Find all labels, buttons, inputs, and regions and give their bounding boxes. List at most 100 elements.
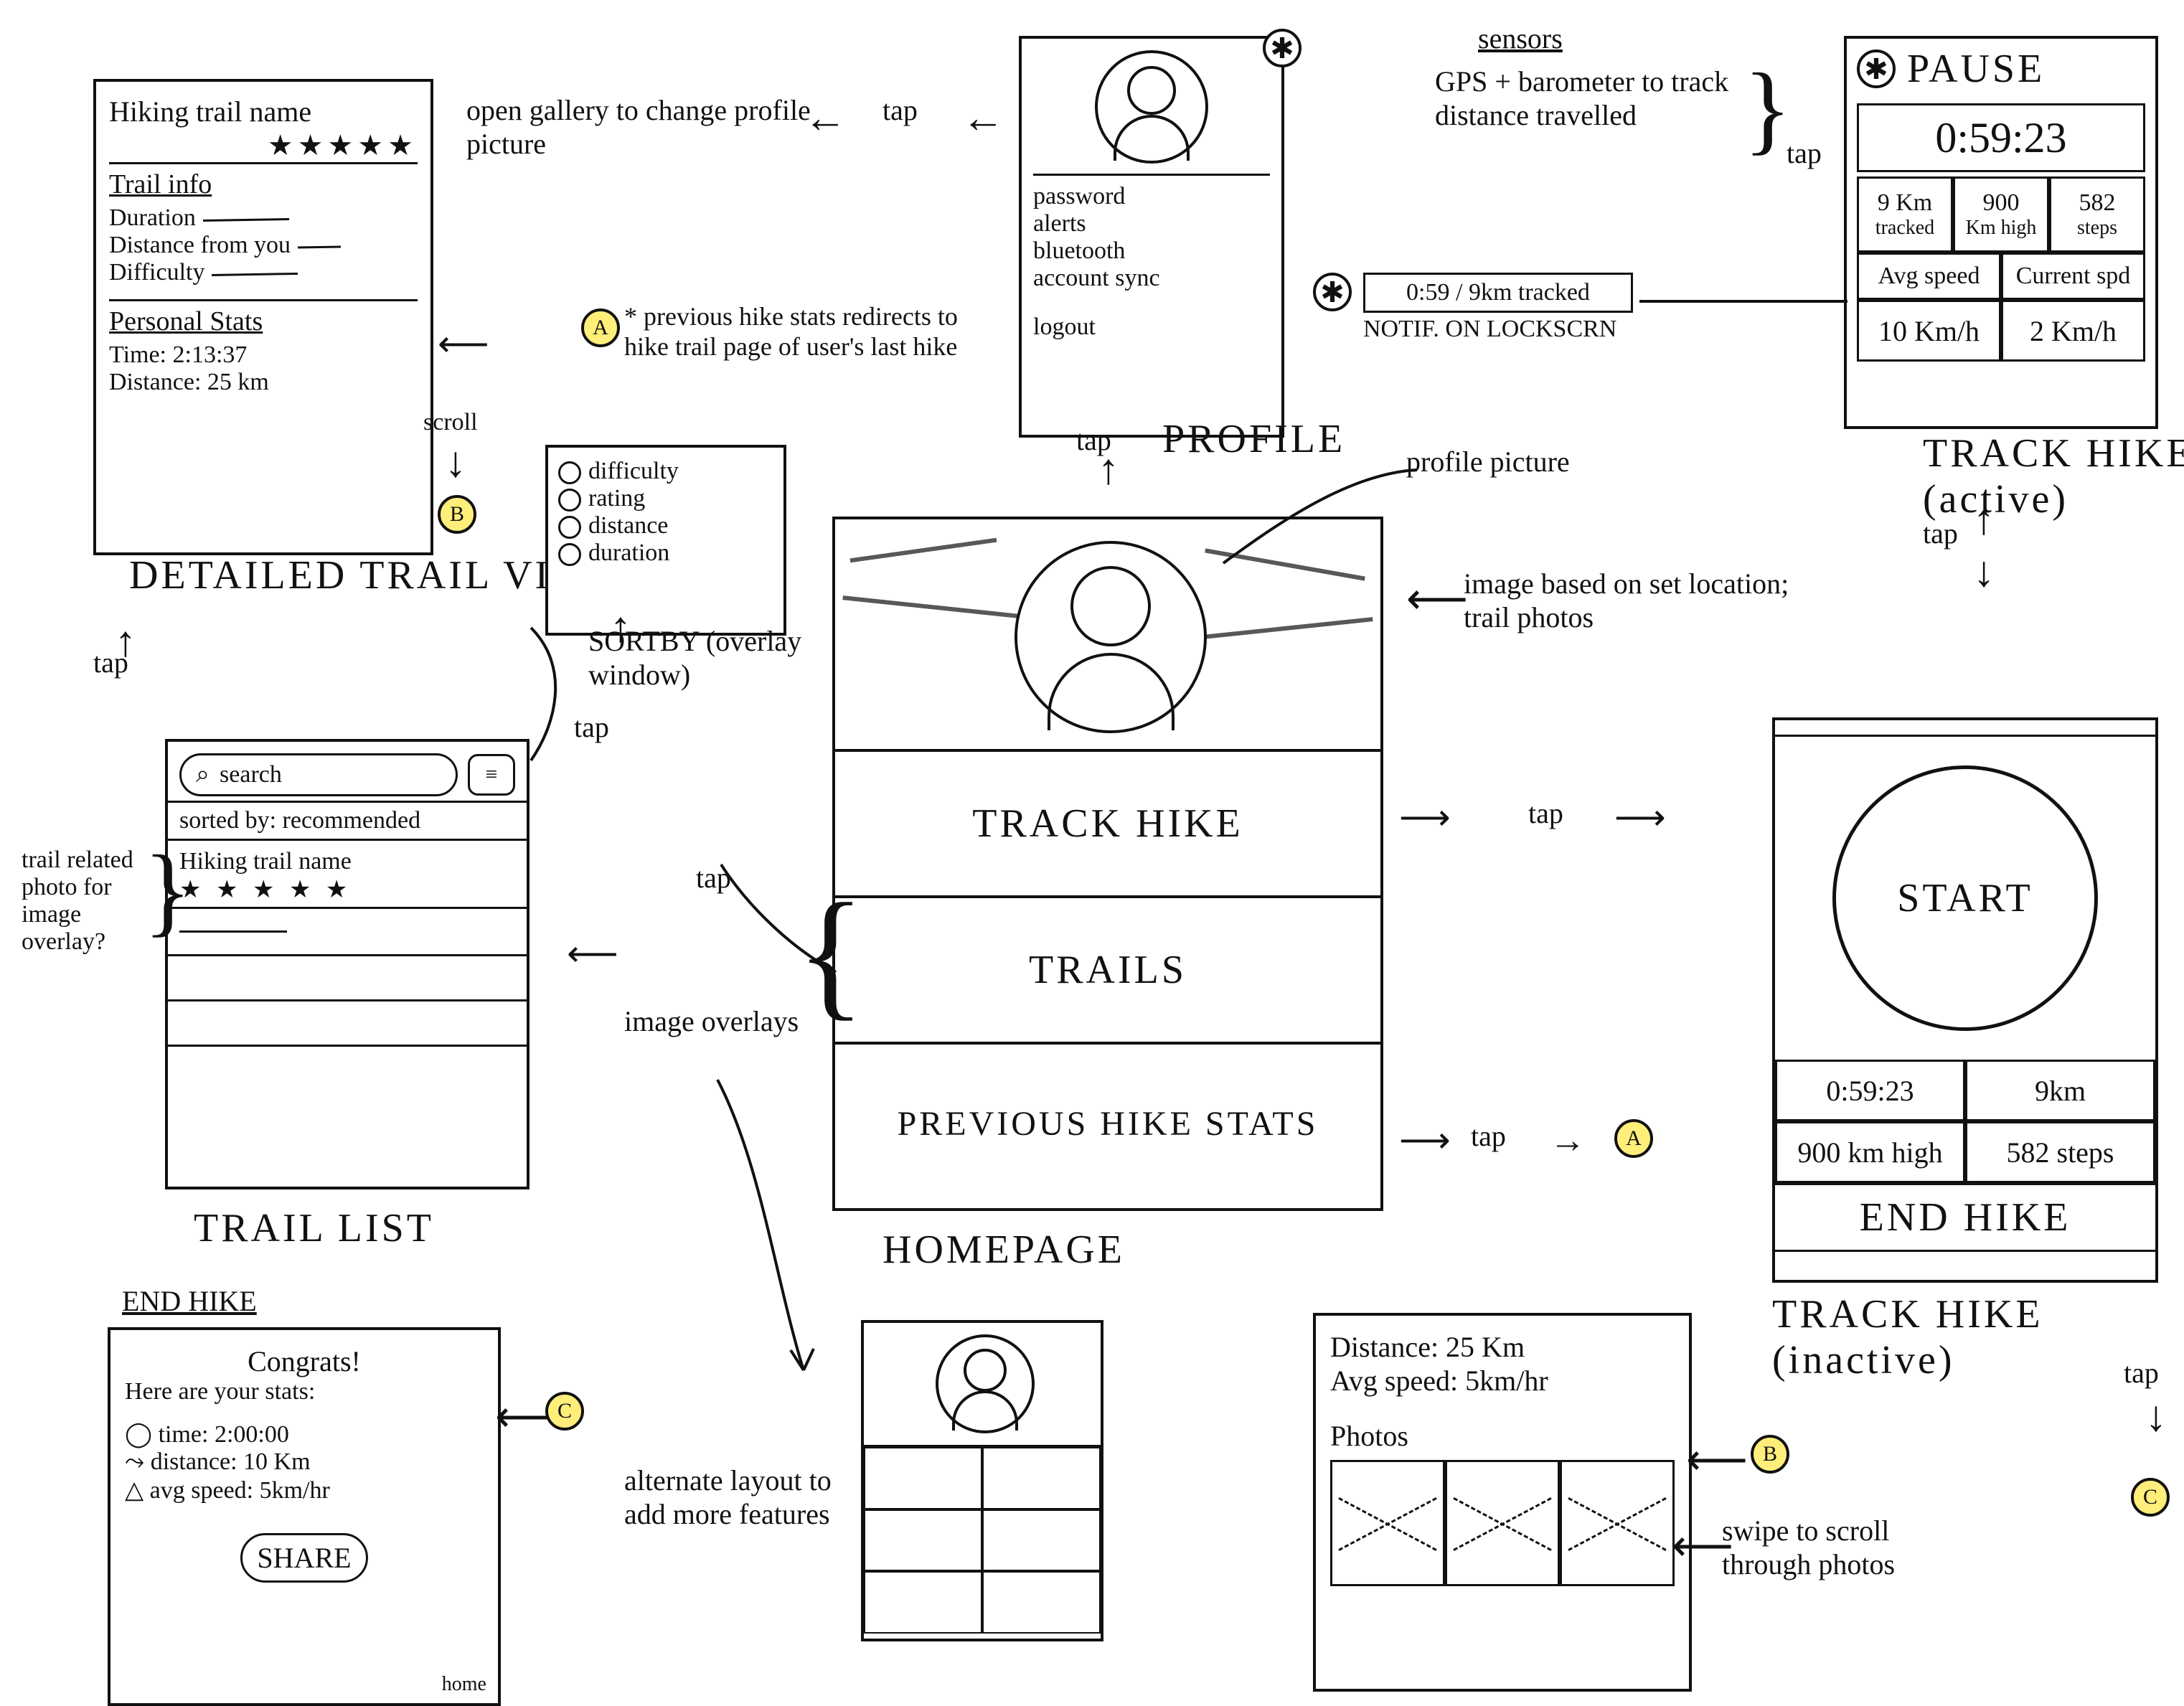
tap-label-2: tap <box>882 93 918 127</box>
screen-profile: password alerts bluetooth account sync l… <box>1019 36 1284 438</box>
lockscreen-notif: 0:59 / 9km tracked <box>1363 273 1633 313</box>
share-button[interactable]: SHARE <box>240 1533 367 1583</box>
photo-strip[interactable] <box>1330 1460 1675 1586</box>
note-image-overlays: image overlays <box>624 1004 799 1038</box>
tap-label-5: tap <box>1923 517 1958 550</box>
note-alt-layout: alternate layout to add more features <box>624 1464 854 1531</box>
personal-stats-heading: Personal Stats <box>109 306 418 337</box>
note-open-gallery: open gallery to change profile picture <box>466 93 811 161</box>
alt-cell[interactable] <box>864 1509 982 1572</box>
caption-homepage: HOMEPAGE <box>882 1227 1125 1273</box>
person-icon <box>1048 653 1175 730</box>
person-icon <box>964 1349 1007 1392</box>
home-prev-stats[interactable]: PREVIOUS HIKE STATS <box>835 1045 1380 1202</box>
asterisk-icon: ✱ <box>1313 273 1352 311</box>
distance-from-row: Distance from you <box>109 232 418 259</box>
active-avg-value: 10 Km/h <box>1857 300 2001 362</box>
connector <box>1220 466 1421 567</box>
sort-opt-duration[interactable]: duration <box>558 539 773 567</box>
prev-avg: Avg speed: 5km/hr <box>1330 1364 1675 1398</box>
screen-end-hike: Congrats! Here are your stats: ◯ time: 2… <box>108 1327 501 1706</box>
list-item[interactable]: Hiking trail name ★ ★ ★ ★ ★ <box>168 841 527 907</box>
caption-profile: PROFILE <box>1162 416 1345 462</box>
list-item-title: Hiking trail name <box>179 848 515 875</box>
scroll-label: scroll <box>423 409 478 436</box>
alt-cell[interactable] <box>864 1571 982 1634</box>
hamburger-icon: ≡ <box>486 763 498 787</box>
home-link[interactable]: home <box>442 1673 486 1696</box>
profile-account-sync[interactable]: account sync <box>1033 265 1270 292</box>
caption-end-hike: END HIKE <box>122 1284 257 1318</box>
prev-photos-heading: Photos <box>1330 1419 1675 1453</box>
prev-distance: Distance: 25 Km <box>1330 1330 1675 1364</box>
search-input[interactable]: ⌕ search <box>179 753 458 796</box>
radio-icon <box>558 489 581 512</box>
person-icon <box>1114 115 1190 161</box>
overlay-sortby[interactable]: difficulty rating distance duration <box>545 445 786 636</box>
alt-avatar[interactable] <box>936 1334 1035 1433</box>
sort-button[interactable]: ≡ <box>468 754 515 796</box>
inactive-timer: 0:59:23 <box>1775 1060 1965 1121</box>
badge-a-2: A <box>1614 1119 1653 1158</box>
connector <box>703 1076 847 1377</box>
alt-cell[interactable] <box>982 1447 1101 1509</box>
trail-title: Hiking trail name <box>109 95 418 128</box>
profile-password[interactable]: password <box>1033 183 1270 210</box>
home-track-hike[interactable]: TRACK HIKE <box>835 752 1380 898</box>
path-icon: ⤳ <box>125 1448 151 1475</box>
sort-opt-rating[interactable]: rating <box>558 485 773 512</box>
photo-thumb[interactable] <box>1560 1460 1675 1586</box>
tap-label-7: tap <box>1471 1119 1506 1153</box>
sort-opt-difficulty[interactable]: difficulty <box>558 458 773 485</box>
note-prev-hike: * previous hike stats redirects to hike … <box>624 301 983 362</box>
alt-cell[interactable] <box>982 1571 1101 1634</box>
congrats-text: Congrats! <box>125 1344 484 1378</box>
badge-b: B <box>438 495 476 534</box>
rating-stars: ★★★★★ <box>109 128 418 162</box>
photo-thumb[interactable] <box>1330 1460 1445 1586</box>
tap-label-6: tap <box>1528 796 1563 830</box>
start-button[interactable]: START <box>1832 765 2098 1031</box>
home-trails[interactable]: TRAILS <box>835 898 1380 1045</box>
personal-time: Time: 2:13:37 <box>109 341 418 369</box>
note-sensors: GPS + barometer to track distance travel… <box>1435 65 1779 132</box>
trail-info-heading: Trail info <box>109 169 418 200</box>
person-icon <box>952 1390 1019 1431</box>
inactive-steps: 582 steps <box>1965 1121 2155 1183</box>
caption-track-active: TRACK HIKE (active) <box>1923 430 2184 522</box>
caption-trail-list: TRAIL LIST <box>194 1205 434 1251</box>
screen-prev-stats: Distance: 25 Km Avg speed: 5km/hr Photos <box>1313 1313 1692 1692</box>
end-avg-speed: △ avg speed: 5km/hr <box>125 1476 484 1504</box>
screen-homepage: TRACK HIKE TRAILS PREVIOUS HIKE STATS <box>832 517 1383 1211</box>
profile-bluetooth[interactable]: bluetooth <box>1033 237 1270 265</box>
screen-alt-layout <box>861 1320 1103 1641</box>
sensors-heading: sensors <box>1478 22 1563 55</box>
profile-alerts[interactable]: alerts <box>1033 210 1270 237</box>
sort-opt-distance[interactable]: distance <box>558 512 773 539</box>
profile-avatar[interactable] <box>1095 50 1208 164</box>
tap-label-sensors: tap <box>1787 136 1822 170</box>
asterisk-icon: ✱ <box>1857 50 1896 88</box>
profile-logout[interactable]: logout <box>1033 314 1270 341</box>
connector <box>1636 280 1851 323</box>
photo-thumb[interactable] <box>1445 1460 1560 1586</box>
list-item-stars: ★ ★ ★ ★ ★ <box>179 875 515 904</box>
active-current-value: 2 Km/h <box>2001 300 2145 362</box>
difficulty-row: Difficulty <box>109 259 418 286</box>
inactive-elevation: 900 km high <box>1775 1121 1965 1183</box>
alt-cell[interactable] <box>982 1509 1101 1572</box>
notif-caption: NOTIF. ON LOCKSCRN <box>1363 316 1616 343</box>
home-avatar[interactable] <box>1015 541 1207 733</box>
active-avg-label: Avg speed <box>1857 253 2001 300</box>
alt-cell[interactable] <box>864 1447 982 1509</box>
sorted-by-label: sorted by: recommended <box>168 803 527 839</box>
active-elevation: 900Km high <box>1953 176 2049 253</box>
person-icon <box>1127 66 1176 115</box>
end-hike-button[interactable]: END HIKE <box>1775 1183 2155 1252</box>
radio-icon <box>558 543 581 566</box>
pause-button[interactable]: PAUSE <box>1907 46 2045 92</box>
badge-b-2: B <box>1751 1435 1789 1474</box>
radio-icon <box>558 461 581 484</box>
asterisk-icon: ✱ <box>1263 29 1302 67</box>
stats-intro: Here are your stats: <box>125 1378 484 1405</box>
